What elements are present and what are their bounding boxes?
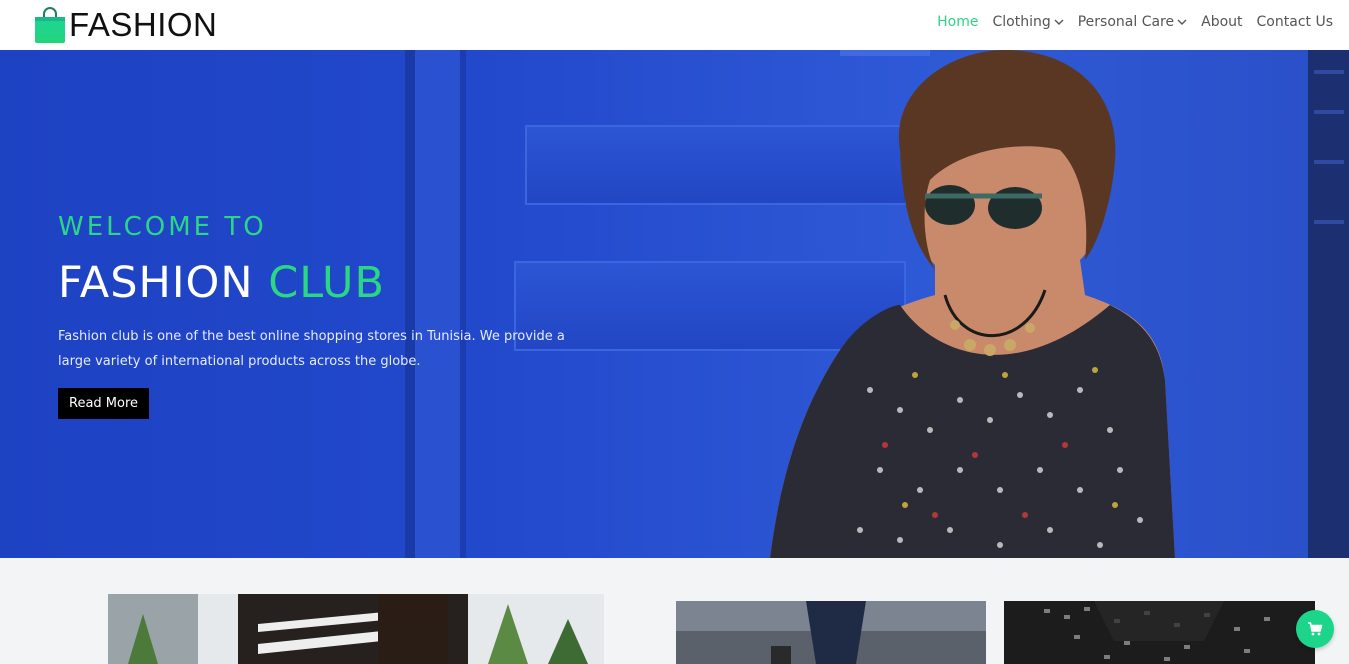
brand-logo[interactable]: FASHION [34, 5, 217, 45]
product-photo [676, 601, 986, 664]
product-card-image[interactable] [108, 594, 604, 664]
read-more-button[interactable]: Read More [58, 388, 150, 419]
product-photo [1004, 601, 1315, 664]
nav-clothing-label: Clothing [992, 14, 1051, 30]
hero-description: Fashion club is one of the best online s… [58, 329, 565, 369]
chevron-down-icon [1054, 19, 1064, 25]
nav-about[interactable]: About [1201, 14, 1242, 30]
hero-banner: WELCOME TO FASHION CLUB Fashion club is … [0, 50, 1349, 558]
cart-button[interactable] [1296, 610, 1334, 648]
nav-home[interactable]: Home [937, 14, 978, 30]
shopping-bag-icon [35, 7, 65, 43]
nav-home-label: Home [937, 14, 979, 30]
site-header: FASHION Home Clothing Personal Care Abou… [0, 0, 1349, 50]
product-card-image[interactable] [676, 601, 986, 664]
nav-personal-care-label: Personal Care [1077, 14, 1175, 30]
nav-about-label: About [1201, 14, 1243, 30]
nav-personal-care[interactable]: Personal Care [1078, 14, 1187, 30]
nav-contact-label: Contact Us [1256, 14, 1333, 30]
nav-clothing[interactable]: Clothing [992, 14, 1064, 30]
hero-title-main: FASHION [58, 258, 254, 308]
hero-title: FASHION CLUB [58, 258, 385, 308]
main-nav: Home Clothing Personal Care About Contac… [937, 14, 1333, 30]
product-photo [108, 594, 604, 664]
chevron-down-icon [1177, 19, 1187, 25]
nav-contact[interactable]: Contact Us [1257, 14, 1333, 30]
product-card-image[interactable] [1004, 601, 1315, 664]
hero-title-accent: CLUB [268, 258, 386, 308]
brand-name: FASHION [69, 6, 218, 43]
cart-icon [1308, 622, 1323, 636]
hero-welcome-text: WELCOME TO [58, 212, 267, 242]
